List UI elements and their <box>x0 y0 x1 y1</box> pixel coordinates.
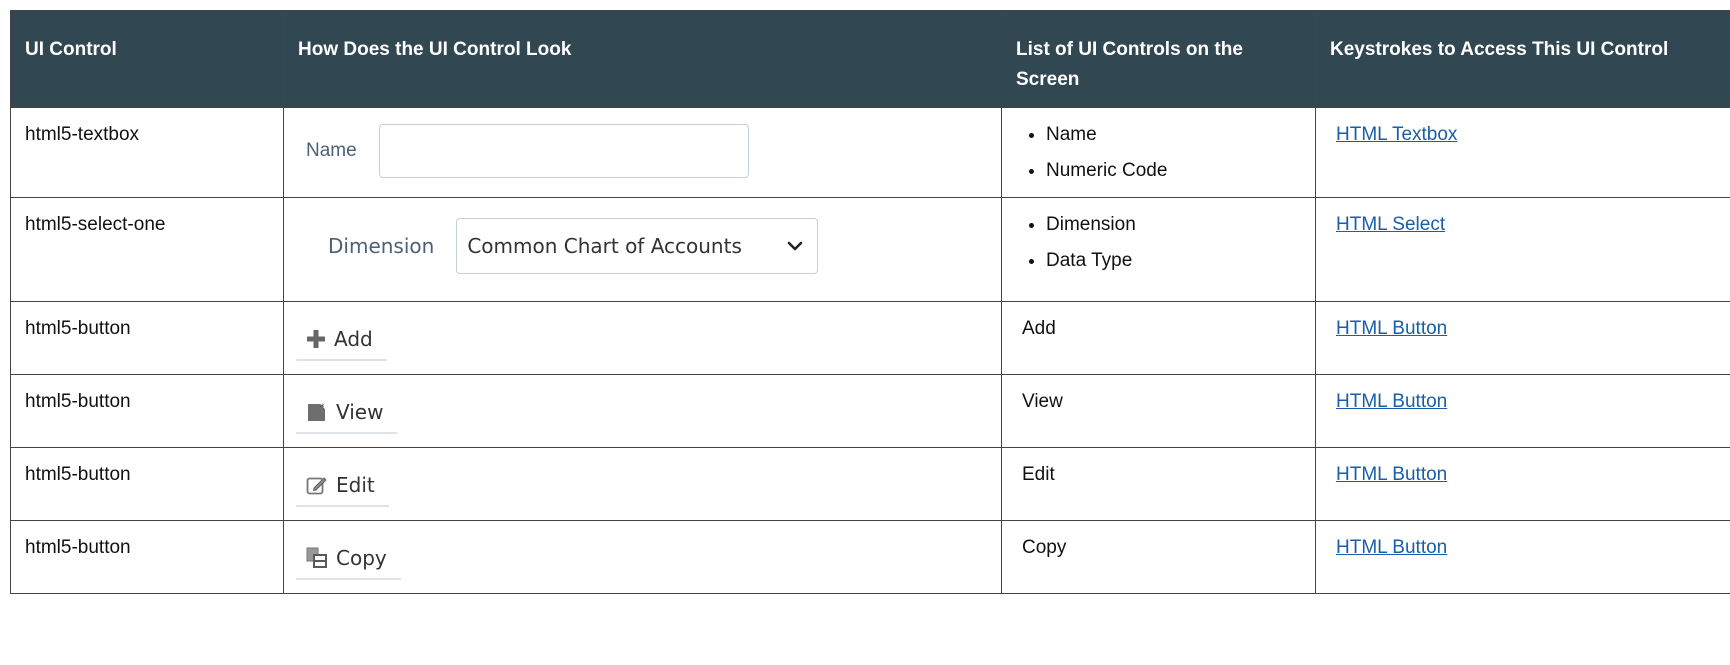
column-header-look: How Does the UI Control Look <box>283 10 1002 108</box>
html-button-link[interactable]: HTML Button <box>1336 391 1447 412</box>
table-row: html5-button Edit Edit HTML Button <box>10 447 1730 521</box>
html-button-link[interactable]: HTML Button <box>1336 537 1447 558</box>
control-list-cell: Dimension Data Type <box>1001 197 1316 302</box>
plus-icon <box>307 330 325 348</box>
view-button[interactable]: * View <box>296 394 398 434</box>
control-look-cell: Add <box>283 301 1002 375</box>
control-type-cell: html5-textbox <box>10 107 284 198</box>
control-type-cell: html5-button <box>10 374 284 448</box>
dimension-select-value: Common Chart of Accounts <box>467 234 742 258</box>
control-list: Dimension Data Type <box>1022 213 1301 273</box>
edit-button[interactable]: Edit <box>296 467 389 507</box>
control-look-cell: Copy <box>283 520 1002 594</box>
control-look-cell: Name <box>283 107 1002 198</box>
control-look-cell: * View <box>283 374 1002 448</box>
copy-button[interactable]: Copy <box>296 540 401 580</box>
table-header-row: UI Control How Does the UI Control Look … <box>10 10 1730 108</box>
table-row: html5-textbox Name Name Numeric Code HTM… <box>10 107 1730 198</box>
column-header-keystrokes: Keystrokes to Access This UI Control <box>1315 10 1730 108</box>
keystrokes-cell: HTML Button <box>1315 520 1730 594</box>
list-item: Data Type <box>1046 249 1301 273</box>
control-look-cell: Edit <box>283 447 1002 521</box>
html-select-link[interactable]: HTML Select <box>1336 214 1445 235</box>
control-list: Name Numeric Code <box>1022 123 1301 183</box>
list-item: Dimension <box>1046 213 1301 237</box>
view-button-label: View <box>336 400 384 424</box>
chevron-down-icon <box>788 241 803 251</box>
name-label: Name <box>306 140 357 161</box>
control-type-cell: html5-button <box>10 301 284 375</box>
html-button-link[interactable]: HTML Button <box>1336 318 1447 339</box>
keystrokes-cell: HTML Button <box>1315 374 1730 448</box>
keystrokes-cell: HTML Button <box>1315 447 1730 521</box>
list-item: Name <box>1046 123 1301 147</box>
svg-text:*: * <box>320 403 325 413</box>
ui-controls-table: UI Control How Does the UI Control Look … <box>10 10 1730 594</box>
html-textbox-link[interactable]: HTML Textbox <box>1336 124 1457 145</box>
column-header-ui-control: UI Control <box>10 10 284 108</box>
list-item: Numeric Code <box>1046 159 1301 183</box>
copy-icon <box>306 547 327 568</box>
control-type-cell: html5-button <box>10 520 284 594</box>
control-list-cell: Add <box>1001 301 1316 375</box>
edit-button-label: Edit <box>336 473 375 497</box>
table-row: html5-select-one Dimension Common Chart … <box>10 197 1730 302</box>
column-header-list: List of UI Controls on the Screen <box>1001 10 1316 108</box>
textbox-mock: Name <box>284 108 1001 178</box>
name-input[interactable] <box>378 124 749 178</box>
control-type-cell: html5-button <box>10 447 284 521</box>
edit-pencil-icon <box>306 477 327 495</box>
keystrokes-cell: HTML Button <box>1315 301 1730 375</box>
copy-button-label: Copy <box>336 546 387 570</box>
control-type-cell: html5-select-one <box>10 197 284 302</box>
table-row: html5-button Add Add HTML Button <box>10 301 1730 375</box>
control-list-cell: Name Numeric Code <box>1001 107 1316 198</box>
keystrokes-cell: HTML Select <box>1315 197 1730 302</box>
html-button-link[interactable]: HTML Button <box>1336 464 1447 485</box>
control-list-cell: Edit <box>1001 447 1316 521</box>
control-list-cell: Copy <box>1001 520 1316 594</box>
view-document-icon: * <box>308 403 325 421</box>
dimension-label: Dimension <box>328 234 435 258</box>
select-mock: Dimension Common Chart of Accounts <box>284 198 1001 274</box>
add-button-label: Add <box>334 327 373 351</box>
control-list-cell: View <box>1001 374 1316 448</box>
add-button[interactable]: Add <box>296 321 387 361</box>
ui-controls-table-wrapper: UI Control How Does the UI Control Look … <box>10 10 1730 594</box>
table-row: html5-button Copy Copy HTML Button <box>10 520 1730 594</box>
keystrokes-cell: HTML Textbox <box>1315 107 1730 198</box>
table-row: html5-button * View View HTML Button <box>10 374 1730 448</box>
control-look-cell: Dimension Common Chart of Accounts <box>283 197 1002 302</box>
dimension-select[interactable]: Common Chart of Accounts <box>456 218 819 274</box>
